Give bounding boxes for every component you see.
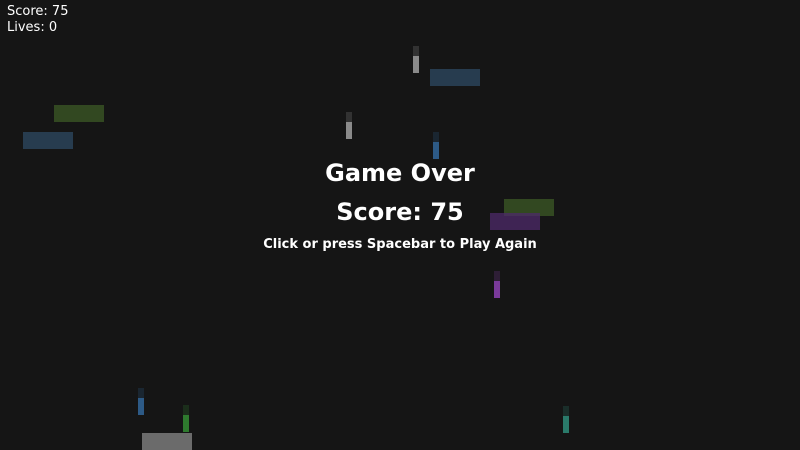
bullet	[413, 46, 419, 73]
bullet	[494, 271, 500, 298]
final-score: Score: 75	[336, 198, 464, 226]
game-over-title: Game Over	[325, 159, 475, 187]
bullet	[138, 388, 144, 415]
bullet	[183, 405, 189, 432]
play-again-prompt[interactable]: Click or press Spacebar to Play Again	[0, 236, 800, 254]
falling-block-green	[54, 105, 104, 122]
falling-block-blue	[430, 69, 480, 86]
player-paddle	[142, 433, 192, 450]
bullet	[346, 112, 352, 139]
hud-score: Score: 75	[7, 4, 69, 19]
falling-block-blue	[23, 132, 73, 149]
game-canvas[interactable]: Score: 75 Lives: 0 Game Over Score: 75 C…	[0, 0, 800, 450]
hud-lives: Lives: 0	[7, 20, 58, 35]
bullet	[563, 406, 569, 433]
